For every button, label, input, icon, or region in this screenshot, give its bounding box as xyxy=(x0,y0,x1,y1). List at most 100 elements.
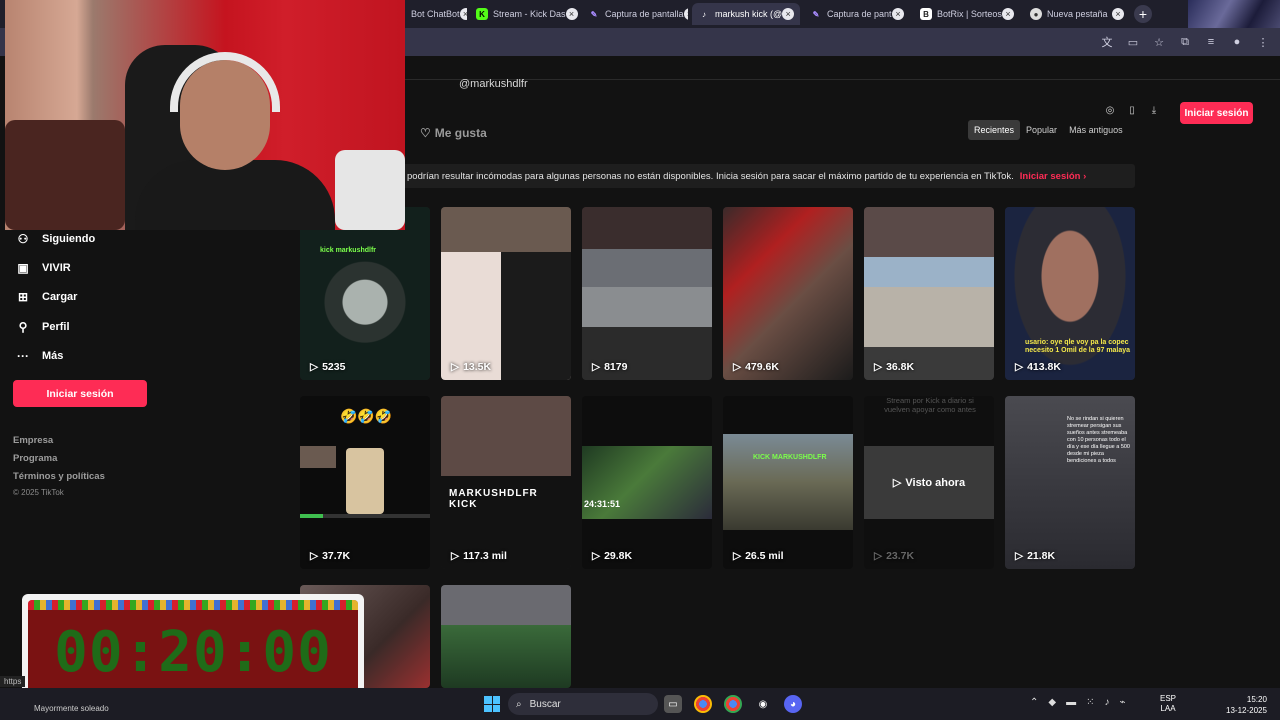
video-card[interactable]: 🤣🤣🤣 ▷ 37.7K xyxy=(300,396,430,569)
translate-icon[interactable]: 文 xyxy=(1100,35,1114,49)
view-count: ▷ 37.7K xyxy=(310,550,350,562)
taskbar-clock[interactable]: 15:20 13-12-2025 xyxy=(1226,694,1267,716)
close-icon[interactable]: × xyxy=(459,8,467,20)
footer-link-company[interactable]: Empresa xyxy=(13,435,53,446)
browser-tab[interactable]: ✎ Captura de pant × xyxy=(804,3,910,25)
play-icon: ▷ xyxy=(1015,361,1024,373)
chrome-icon[interactable] xyxy=(694,695,712,713)
taskbar-apps: ▭ ◉ ◕ xyxy=(664,695,802,713)
video-card[interactable]: ▷ 8179 xyxy=(582,207,712,380)
reading-list-icon[interactable]: ≡ xyxy=(1204,35,1218,49)
video-card[interactable]: ▷ 36.8K xyxy=(864,207,994,380)
video-thumbnail xyxy=(582,207,712,380)
phone-icon[interactable]: ▯ xyxy=(1125,103,1139,117)
view-count-value: 5235 xyxy=(322,361,346,373)
video-card[interactable]: No se rindan si quieren stremear persiga… xyxy=(1005,396,1135,569)
chrome-active-icon[interactable] xyxy=(724,695,742,713)
play-icon: ▷ xyxy=(310,361,319,373)
sidebar-item-more[interactable]: ··· Más xyxy=(16,349,63,363)
browser-tab[interactable]: Bot ChatBot × xyxy=(405,3,467,25)
sort-popular[interactable]: Popular xyxy=(1020,120,1063,140)
sidebar-item-upload[interactable]: ⊞ Cargar xyxy=(16,290,78,304)
video-card[interactable]: Stream por Kick a diario si vuelven apoy… xyxy=(864,396,994,569)
close-icon[interactable]: × xyxy=(1002,8,1014,20)
banner-login-label: Iniciar sesión xyxy=(1019,170,1081,182)
view-count: ▷ 23.7K xyxy=(874,550,914,562)
network-icon[interactable]: ⌁ xyxy=(1119,697,1125,708)
video-card[interactable]: KICK MARKUSHDLFR ▷ 26.5 mil xyxy=(723,396,853,569)
play-icon: ▷ xyxy=(592,550,601,562)
banner-login-link[interactable]: Iniciar sesión › xyxy=(1020,171,1087,182)
gamepad-icon[interactable]: ◆ xyxy=(1048,697,1056,708)
profile-avatar-icon[interactable]: ● xyxy=(1230,35,1244,49)
new-tab-button[interactable]: + xyxy=(1134,5,1152,23)
status-bar-url: https xyxy=(0,676,26,687)
cast-icon[interactable]: ▭ xyxy=(1126,35,1140,49)
compass-icon[interactable]: ◎ xyxy=(1103,103,1117,117)
christmas-lights xyxy=(28,600,358,610)
close-icon[interactable]: × xyxy=(782,8,795,20)
close-icon[interactable]: × xyxy=(683,8,688,20)
video-card[interactable]: ▷ 13.5K xyxy=(441,207,571,380)
timer-value: 00:20:00 xyxy=(54,619,332,685)
heart-lock-icon: ♡ xyxy=(420,126,431,140)
sidebar-item-following[interactable]: ⚇ Siguiendo xyxy=(16,232,96,246)
more-icon: ··· xyxy=(17,349,29,363)
tab-likes[interactable]: ♡ Me gusta xyxy=(420,126,487,140)
video-card[interactable] xyxy=(441,585,571,688)
browser-tab-active[interactable]: ♪ markush kick (@ × xyxy=(692,3,800,25)
browser-tab[interactable]: ✎ Captura de pantalla × xyxy=(582,3,688,25)
browser-menu-icon[interactable]: ⋮ xyxy=(1256,35,1270,49)
video-card[interactable]: usario: oye qle voy pa la copec necesito… xyxy=(1005,207,1135,380)
language-indicator[interactable]: ESP LAA xyxy=(1160,694,1176,714)
video-overlay-text: 🤣🤣🤣 xyxy=(340,408,393,424)
banner-text: podrían resultar incómodas para algunas … xyxy=(407,170,1014,182)
play-icon: ▷ xyxy=(451,550,460,562)
browser-tab[interactable]: ● Nueva pestaña × xyxy=(1024,3,1130,25)
video-card[interactable]: 24:31:51 ▷ 29.8K xyxy=(582,396,712,569)
bookmark-star-icon[interactable]: ☆ xyxy=(1152,35,1166,49)
grid-icon[interactable]: ⁙ xyxy=(1086,697,1094,708)
browser-tab[interactable]: B BotRix | Sorteos × xyxy=(914,3,1020,25)
windows-start-icon[interactable] xyxy=(484,696,500,712)
device-icon[interactable]: ▬ xyxy=(1066,697,1076,708)
task-view-icon[interactable]: ▭ xyxy=(664,695,682,713)
video-thumbnail xyxy=(864,207,994,380)
obs-icon[interactable]: ◉ xyxy=(754,695,772,713)
view-count-value: 29.8K xyxy=(604,550,633,562)
video-card[interactable]: ▷ 479.6K xyxy=(723,207,853,380)
sort-recent[interactable]: Recientes xyxy=(968,120,1021,140)
weather-widget[interactable]: Mayormente soleado xyxy=(34,704,109,713)
video-card[interactable]: kick markushdlfr ▷ 5235 xyxy=(300,207,430,380)
view-count: ▷ 21.8K xyxy=(1015,550,1055,562)
lang-bottom: LAA xyxy=(1160,704,1176,713)
close-icon[interactable]: × xyxy=(1112,8,1124,20)
download-icon[interactable]: ⤓ xyxy=(1147,103,1161,117)
close-icon[interactable]: × xyxy=(565,8,578,20)
sidebar-login-button[interactable]: Iniciar sesión xyxy=(13,380,147,407)
tab-label: Captura de pantalla xyxy=(605,9,684,19)
taskbar-search[interactable]: ⌕ Buscar xyxy=(508,693,658,715)
chevron-up-icon[interactable]: ⌃ xyxy=(1030,697,1038,708)
sort-oldest[interactable]: Más antiguos xyxy=(1063,120,1129,140)
discord-icon[interactable]: ◕ xyxy=(784,695,802,713)
mic-icon[interactable]: ♪ xyxy=(1104,697,1109,708)
video-thumbnail xyxy=(441,585,571,688)
login-button-top[interactable]: Iniciar sesión xyxy=(1180,102,1253,124)
video-card[interactable]: MARKUSHDLFR KICK ▷ 117.3 mil xyxy=(441,396,571,569)
sidebar-item-live[interactable]: ▣ VIVIR xyxy=(16,261,70,275)
view-count-value: 479.6K xyxy=(745,361,779,373)
video-thumbnail xyxy=(723,434,853,530)
footer-link-terms[interactable]: Términos y políticas xyxy=(13,471,105,482)
watched-now-overlay[interactable]: ▷ Visto ahora xyxy=(864,446,994,519)
sidebar-item-profile[interactable]: ⚲ Perfil xyxy=(16,320,70,334)
profile-icon: ⚲ xyxy=(18,320,28,334)
browser-tab[interactable]: K Stream - Kick Das × xyxy=(470,3,578,25)
tab-likes-label: Me gusta xyxy=(434,126,487,140)
play-icon: ▷ xyxy=(874,361,883,373)
extensions-icon[interactable]: ⧉ xyxy=(1178,35,1192,49)
view-count: ▷ 29.8K xyxy=(592,550,632,562)
footer-link-program[interactable]: Programa xyxy=(13,453,57,464)
close-icon[interactable]: × xyxy=(892,8,904,20)
chrome-icon: ● xyxy=(1030,8,1042,20)
